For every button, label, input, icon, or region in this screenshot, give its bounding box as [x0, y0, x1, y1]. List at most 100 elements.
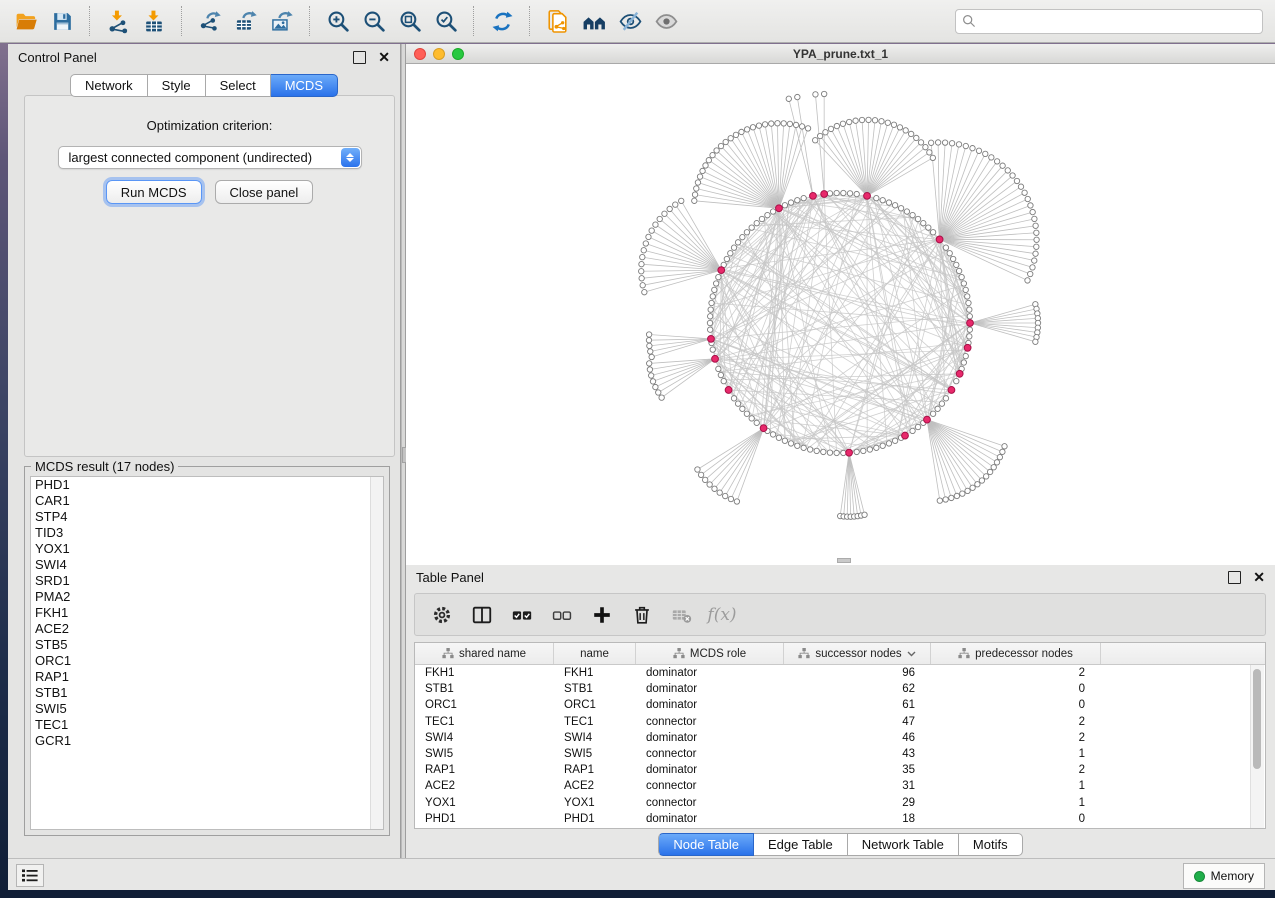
splitter-grip-horizontal[interactable] — [837, 558, 851, 563]
network-node[interactable] — [744, 411, 749, 416]
mcds-hub-node[interactable] — [708, 335, 715, 342]
network-node[interactable] — [770, 209, 775, 214]
network-node[interactable] — [692, 198, 697, 203]
network-node[interactable] — [926, 225, 931, 230]
network-node[interactable] — [716, 274, 721, 279]
network-node[interactable] — [695, 467, 700, 472]
network-node[interactable] — [721, 378, 726, 383]
table-row[interactable]: YOX1YOX1connector291 — [415, 795, 1265, 811]
network-node[interactable] — [1033, 251, 1038, 256]
run-mcds-button[interactable]: Run MCDS — [106, 180, 202, 204]
network-node[interactable] — [821, 91, 826, 96]
column-header-MCDS-role[interactable]: MCDS role — [636, 643, 784, 664]
network-node[interactable] — [739, 129, 744, 134]
mcds-result-item[interactable]: YOX1 — [31, 541, 383, 557]
network-node[interactable] — [662, 211, 667, 216]
network-node[interactable] — [994, 159, 999, 164]
mcds-hub-node[interactable] — [712, 355, 719, 362]
network-node[interactable] — [707, 314, 712, 319]
network-node[interactable] — [728, 136, 733, 141]
network-node[interactable] — [862, 512, 867, 517]
network-node[interactable] — [828, 126, 833, 131]
network-node[interactable] — [1022, 190, 1027, 195]
network-node[interactable] — [703, 163, 708, 168]
hide-selected-button[interactable] — [614, 5, 646, 37]
network-node[interactable] — [702, 477, 707, 482]
network-node[interactable] — [648, 349, 653, 354]
network-node[interactable] — [769, 121, 774, 126]
network-node[interactable] — [1005, 168, 1010, 173]
network-node[interactable] — [914, 135, 919, 140]
network-node[interactable] — [885, 120, 890, 125]
network-window-titlebar[interactable]: YPA_prune.txt_1 — [406, 44, 1275, 64]
network-node[interactable] — [965, 488, 970, 493]
zoom-in-button[interactable] — [322, 5, 354, 37]
network-node[interactable] — [897, 125, 902, 130]
network-node[interactable] — [872, 118, 877, 123]
zoom-out-button[interactable] — [358, 5, 390, 37]
table-row[interactable]: RAP1RAP1dominator352 — [415, 762, 1265, 778]
mcds-hub-node[interactable] — [725, 387, 732, 394]
mcds-hub-node[interactable] — [964, 344, 971, 351]
tab-mcds[interactable]: MCDS — [271, 74, 338, 97]
network-node[interactable] — [947, 251, 952, 256]
network-node[interactable] — [950, 256, 955, 261]
mcds-hub-node[interactable] — [936, 236, 943, 243]
mcds-hub-node[interactable] — [948, 387, 955, 394]
network-node[interactable] — [970, 145, 975, 150]
network-node[interactable] — [1025, 278, 1030, 283]
network-node[interactable] — [795, 94, 800, 99]
network-node[interactable] — [787, 121, 792, 126]
mcds-result-item[interactable]: RAP1 — [31, 669, 383, 685]
network-node[interactable] — [937, 498, 942, 503]
network-node[interactable] — [1018, 184, 1023, 189]
network-node[interactable] — [1034, 244, 1039, 249]
network-node[interactable] — [709, 300, 714, 305]
network-node[interactable] — [679, 198, 684, 203]
mcds-result-item[interactable]: SWI5 — [31, 701, 383, 717]
network-node[interactable] — [923, 144, 928, 149]
network-node[interactable] — [718, 143, 723, 148]
mcds-result-item[interactable]: ACE2 — [31, 621, 383, 637]
toggle-column-panel-button[interactable] — [469, 602, 495, 628]
network-node[interactable] — [867, 447, 872, 452]
network-node[interactable] — [949, 141, 954, 146]
network-node[interactable] — [970, 485, 975, 490]
network-node[interactable] — [910, 212, 915, 217]
network-node[interactable] — [991, 465, 996, 470]
mcds-list-scrollbar[interactable] — [370, 477, 383, 829]
network-node[interactable] — [979, 478, 984, 483]
network-node[interactable] — [854, 449, 859, 454]
network-node[interactable] — [817, 133, 822, 138]
network-node[interactable] — [834, 450, 839, 455]
mcds-hub-node[interactable] — [760, 425, 767, 432]
network-node[interactable] — [776, 435, 781, 440]
mcds-result-list[interactable]: PHD1CAR1STP4TID3YOX1SWI4SRD1PMA2FKH1ACE2… — [30, 476, 384, 830]
close-table-panel-button[interactable]: ✕ — [1253, 572, 1265, 583]
deselect-all-button[interactable] — [549, 602, 575, 628]
network-node[interactable] — [795, 443, 800, 448]
network-node[interactable] — [1000, 449, 1005, 454]
network-node[interactable] — [927, 150, 932, 155]
network-node[interactable] — [646, 361, 651, 366]
network-node[interactable] — [716, 366, 721, 371]
network-node[interactable] — [854, 191, 859, 196]
network-node[interactable] — [959, 274, 964, 279]
network-node[interactable] — [1032, 216, 1037, 221]
mcds-result-item[interactable]: PHD1 — [31, 477, 383, 493]
network-node[interactable] — [793, 122, 798, 127]
network-node[interactable] — [954, 262, 959, 267]
network-node[interactable] — [648, 373, 653, 378]
network-node[interactable] — [827, 450, 832, 455]
network-node[interactable] — [874, 445, 879, 450]
network-node[interactable] — [841, 190, 846, 195]
network-node[interactable] — [879, 119, 884, 124]
network-node[interactable] — [861, 448, 866, 453]
network-node[interactable] — [1034, 230, 1039, 235]
network-node[interactable] — [853, 118, 858, 123]
network-node[interactable] — [762, 122, 767, 127]
network-node[interactable] — [788, 441, 793, 446]
network-node[interactable] — [640, 254, 645, 259]
mcds-result-item[interactable]: ORC1 — [31, 653, 383, 669]
network-node[interactable] — [807, 447, 812, 452]
